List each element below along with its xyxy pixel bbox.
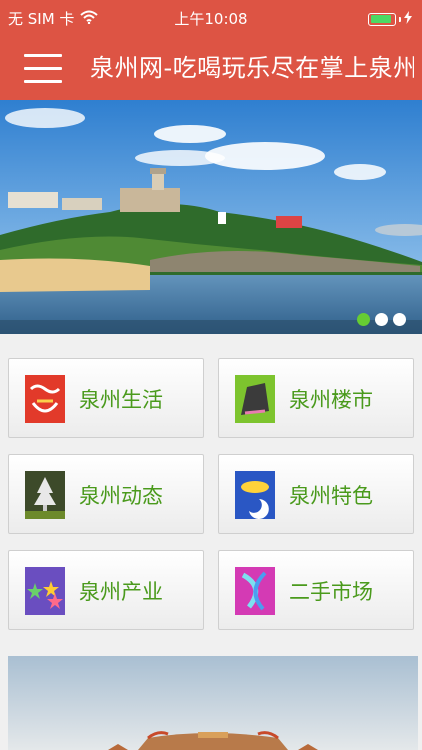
industry-icon — [25, 567, 65, 615]
secondhand-market-icon — [235, 567, 275, 615]
menu-icon[interactable] — [24, 52, 62, 84]
coastal-lighthouse-photo — [0, 100, 422, 334]
specialty-icon — [235, 471, 275, 519]
tile-quanzhou-news[interactable]: 泉州动态 — [8, 454, 204, 534]
tile-quanzhou-life[interactable]: 泉州生活 — [8, 358, 204, 438]
tile-label: 泉州产业 — [79, 580, 163, 604]
tile-label: 二手市场 — [289, 580, 373, 604]
page-indicator[interactable] — [357, 313, 406, 326]
status-bar: 无 SIM 卡 上午10:08 — [0, 0, 422, 36]
tile-label: 泉州楼市 — [289, 388, 373, 412]
page-dot[interactable] — [375, 313, 388, 326]
life-icon — [25, 375, 65, 423]
page-title: 泉州网-吃喝玩乐尽在掌上泉州 — [90, 54, 414, 82]
tile-label: 泉州生活 — [79, 388, 163, 412]
real-estate-icon — [235, 375, 275, 423]
tile-quanzhou-specialty[interactable]: 泉州特色 — [218, 454, 414, 534]
temple-roof-photo — [8, 656, 418, 750]
featured-photo[interactable] — [8, 656, 418, 750]
news-icon — [25, 471, 65, 519]
banner-carousel[interactable] — [0, 100, 422, 334]
battery-icon — [368, 10, 412, 28]
tile-label: 泉州动态 — [79, 484, 163, 508]
tile-label: 泉州特色 — [289, 484, 373, 508]
page-dot[interactable] — [393, 313, 406, 326]
page-dot[interactable] — [357, 313, 370, 326]
tile-secondhand-market[interactable]: 二手市场 — [218, 550, 414, 630]
tile-quanzhou-industry[interactable]: 泉州产业 — [8, 550, 204, 630]
tile-quanzhou-real-estate[interactable]: 泉州楼市 — [218, 358, 414, 438]
navigation-bar: 泉州网-吃喝玩乐尽在掌上泉州 — [0, 36, 422, 100]
bolt-icon — [404, 10, 412, 28]
status-time: 上午10:08 — [174, 10, 248, 28]
